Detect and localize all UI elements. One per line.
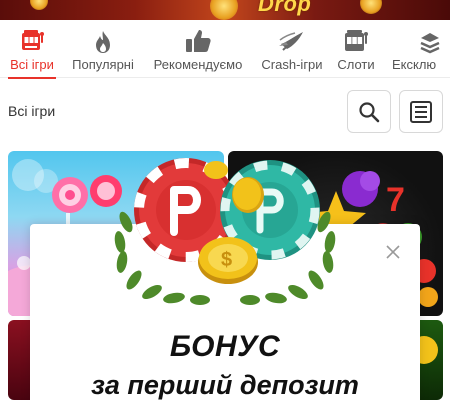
- svg-text:7: 7: [386, 181, 405, 219]
- bonus-title: БОНУС: [169, 330, 281, 363]
- coin-glow: [360, 0, 382, 14]
- tab-label: Всі ігри: [10, 57, 54, 72]
- tab-label: Ексклю: [392, 57, 437, 72]
- promo-banner[interactable]: Drop: [0, 0, 450, 20]
- bonus-subtitle: за перший депозит: [91, 370, 359, 400]
- list-view-icon: [410, 100, 432, 123]
- close-button[interactable]: [382, 241, 404, 263]
- search-button[interactable]: [347, 90, 391, 133]
- tab-label: Слоти: [337, 57, 375, 72]
- tab-label: Рекомендуємо: [153, 57, 243, 72]
- slot-reels-icon: [343, 20, 369, 54]
- tab-all-games[interactable]: Всі ігри: [8, 20, 56, 79]
- casino-lobby: Drop Всі ігри Популярні Рекомендуємо Cra…: [0, 0, 450, 400]
- section-title: Всі ігри: [8, 103, 56, 119]
- tab-popular[interactable]: Популярні: [70, 20, 136, 78]
- thumbs-up-icon: [184, 20, 212, 54]
- tab-label: Crash-ігри: [261, 57, 323, 72]
- search-icon: [359, 101, 380, 122]
- close-icon: [386, 245, 400, 259]
- flame-icon: [92, 20, 114, 54]
- coin-glow: [30, 0, 48, 10]
- rocket-icon: [277, 20, 307, 54]
- tab-slots[interactable]: Слоти: [336, 20, 376, 78]
- coin-glow: [210, 0, 238, 20]
- svg-text:$: $: [221, 249, 232, 271]
- slot-machine-icon: [19, 20, 45, 54]
- tab-exclusive[interactable]: Ексклю: [392, 20, 450, 78]
- exclusive-stack-icon: [392, 20, 442, 54]
- tab-label: Популярні: [72, 57, 134, 72]
- tab-crash-games[interactable]: Crash-ігри: [260, 20, 324, 78]
- list-view-button[interactable]: [399, 90, 443, 133]
- tab-recommended[interactable]: Рекомендуємо: [152, 20, 244, 78]
- category-tabs: Всі ігри Популярні Рекомендуємо Crash-іг…: [0, 20, 450, 79]
- bonus-chips-emblem: $: [108, 150, 342, 310]
- promo-word: Drop: [258, 0, 312, 16]
